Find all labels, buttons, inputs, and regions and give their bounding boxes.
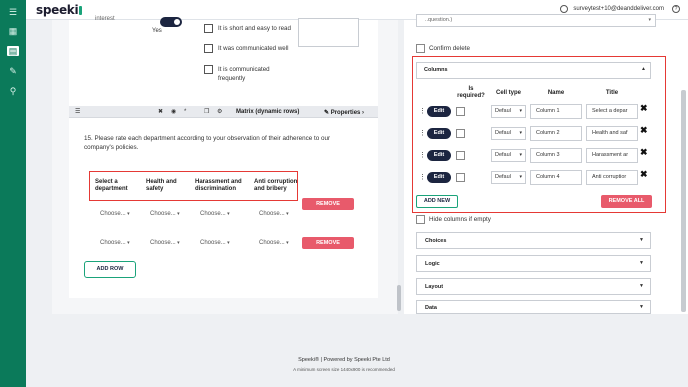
delete-icon[interactable]: ✖ xyxy=(158,109,163,116)
name-header: Name xyxy=(547,90,565,96)
left-nav-rail: ☰ ▦ ▤ ✎ ⚲ xyxy=(0,0,26,387)
dashboard-icon[interactable]: ▦ xyxy=(7,26,19,36)
remove-row-button[interactable]: REMOVE xyxy=(302,198,354,210)
radio-option-fragment: interest xyxy=(95,16,115,22)
cell-dropdown[interactable]: Choose... xyxy=(200,240,230,246)
footer-screen-note: A minimum screen size 1440x900 is recomm… xyxy=(293,367,395,372)
required-checkbox[interactable] xyxy=(456,129,465,138)
question-type-label[interactable]: Matrix (dynamic rows) xyxy=(236,109,299,115)
cell-dropdown[interactable]: Choose... xyxy=(259,211,289,217)
add-row-button[interactable]: ADD ROW xyxy=(84,261,136,278)
cell-dropdown[interactable]: Choose... xyxy=(100,240,130,246)
drag-handle-icon[interactable]: ⋮⋮ xyxy=(419,130,433,138)
chevron-down-icon: ▼ xyxy=(639,237,644,243)
properties-button[interactable]: ✎ Properties › xyxy=(324,109,364,116)
layout-accordion[interactable]: Layout ▼ xyxy=(416,278,651,295)
column-title-input[interactable]: Select a depar xyxy=(586,104,638,119)
canvas-scrollbar[interactable] xyxy=(397,285,401,311)
required-icon[interactable]: * xyxy=(184,109,186,116)
survey-icon[interactable]: ▤ xyxy=(7,46,19,56)
column-name-input[interactable]: Column 4 xyxy=(530,170,582,185)
chevron-down-icon: ▼ xyxy=(639,260,644,266)
chevron-down-icon: ▼ xyxy=(639,283,644,289)
question-select[interactable]: ..question.) xyxy=(416,14,656,27)
cell-type-select[interactable]: Defaul xyxy=(491,127,526,140)
title-header: Title xyxy=(605,90,619,96)
cell-type-select[interactable]: Defaul xyxy=(491,171,526,184)
delete-column-icon[interactable]: ✖ xyxy=(640,126,648,135)
cell-dropdown[interactable]: Choose... xyxy=(200,211,230,217)
option-checkbox[interactable] xyxy=(204,65,213,74)
add-new-column-button[interactable]: ADD NEW xyxy=(416,195,458,208)
delete-column-icon[interactable]: ✖ xyxy=(640,148,648,157)
yes-toggle[interactable] xyxy=(160,17,182,27)
delete-column-icon[interactable]: ✖ xyxy=(640,170,648,179)
delete-column-icon[interactable]: ✖ xyxy=(640,104,648,113)
cell-type-header: Cell type xyxy=(495,90,521,96)
columns-title: Columns xyxy=(424,67,448,73)
panel-scrollbar[interactable] xyxy=(681,90,686,312)
speeki-logo: speeki xyxy=(36,3,83,17)
cell-dropdown[interactable]: Choose... xyxy=(150,211,180,217)
column-header: Health and safety xyxy=(146,179,177,192)
edit-column-button[interactable]: Edit xyxy=(427,172,451,183)
cell-dropdown[interactable]: Choose... xyxy=(100,211,130,217)
footer-powered-by: Speeki® | Powered by Speeki Pte Ltd xyxy=(298,357,390,363)
data-accordion[interactable]: Data ▼ xyxy=(416,300,651,314)
logic-accordion[interactable]: Logic ▼ xyxy=(416,255,651,272)
user-email[interactable]: surveytest+10@deanddeliver.com xyxy=(573,6,664,12)
option-checkbox[interactable] xyxy=(204,24,213,33)
search-icon[interactable]: ⚲ xyxy=(7,86,19,96)
cell-dropdown[interactable]: Choose... xyxy=(259,240,289,246)
comment-textarea[interactable] xyxy=(298,18,359,47)
cell-type-select[interactable]: Defaul xyxy=(491,105,526,118)
option-label: It was communicated well xyxy=(218,45,289,52)
column-header: Select a department xyxy=(95,179,128,192)
visibility-icon[interactable]: ◉ xyxy=(171,109,176,116)
remove-all-columns-button[interactable]: REMOVE ALL xyxy=(601,195,652,208)
column-title-input[interactable]: Harassment ar xyxy=(586,148,638,163)
option-label: It is communicated frequently xyxy=(218,66,270,82)
help-icon[interactable]: ? xyxy=(672,5,680,13)
column-title-input[interactable]: Anti corruptior xyxy=(586,170,638,185)
chevron-down-icon: ▼ xyxy=(639,304,644,310)
edit-column-button[interactable]: Edit xyxy=(427,106,451,117)
yes-label: Yes xyxy=(152,28,162,34)
column-name-input[interactable]: Column 2 xyxy=(530,126,582,141)
menu-icon[interactable]: ☰ xyxy=(7,7,19,17)
edit-column-button[interactable]: Edit xyxy=(427,128,451,139)
required-header: Is required? xyxy=(457,86,485,99)
question-text[interactable]: 15. Please rate each department accordin… xyxy=(84,134,344,152)
column-name-input[interactable]: Column 3 xyxy=(530,148,582,163)
confirm-delete-label: Confirm delete xyxy=(429,45,470,52)
drag-handle-icon[interactable]: ⋮⋮ xyxy=(419,152,433,160)
drag-handle-icon[interactable]: ⋮⋮ xyxy=(419,108,433,116)
edit-icon[interactable]: ✎ xyxy=(7,66,19,76)
column-header: Anti corruption and bribery xyxy=(254,179,298,192)
column-title-input[interactable]: Health and saf xyxy=(586,126,638,141)
required-checkbox[interactable] xyxy=(456,107,465,116)
hide-columns-label: Hide columns if empty xyxy=(429,216,491,223)
cell-dropdown[interactable]: Choose... xyxy=(150,240,180,246)
required-checkbox[interactable] xyxy=(456,151,465,160)
column-name-input[interactable]: Column 1 xyxy=(530,104,582,119)
confirm-delete-checkbox[interactable] xyxy=(416,44,425,53)
cell-type-select[interactable]: Defaul xyxy=(491,149,526,162)
hide-columns-checkbox[interactable] xyxy=(416,215,425,224)
copy-icon[interactable]: ❐ xyxy=(204,109,209,116)
choices-accordion[interactable]: Choices ▼ xyxy=(416,232,651,249)
drag-handle-icon[interactable]: ☰ xyxy=(75,109,80,116)
user-icon[interactable] xyxy=(560,5,568,13)
chevron-up-icon[interactable]: ▲ xyxy=(641,66,646,72)
required-checkbox[interactable] xyxy=(456,173,465,182)
logic-icon[interactable]: ⚙ xyxy=(217,109,222,116)
drag-handle-icon[interactable]: ⋮⋮ xyxy=(419,174,433,182)
remove-row-button[interactable]: REMOVE xyxy=(302,237,354,249)
edit-column-button[interactable]: Edit xyxy=(427,150,451,161)
option-checkbox[interactable] xyxy=(204,44,213,53)
column-header: Harassment and discrimination xyxy=(195,179,242,192)
option-label: It is short and easy to read xyxy=(218,25,291,32)
columns-accordion[interactable] xyxy=(416,62,651,79)
